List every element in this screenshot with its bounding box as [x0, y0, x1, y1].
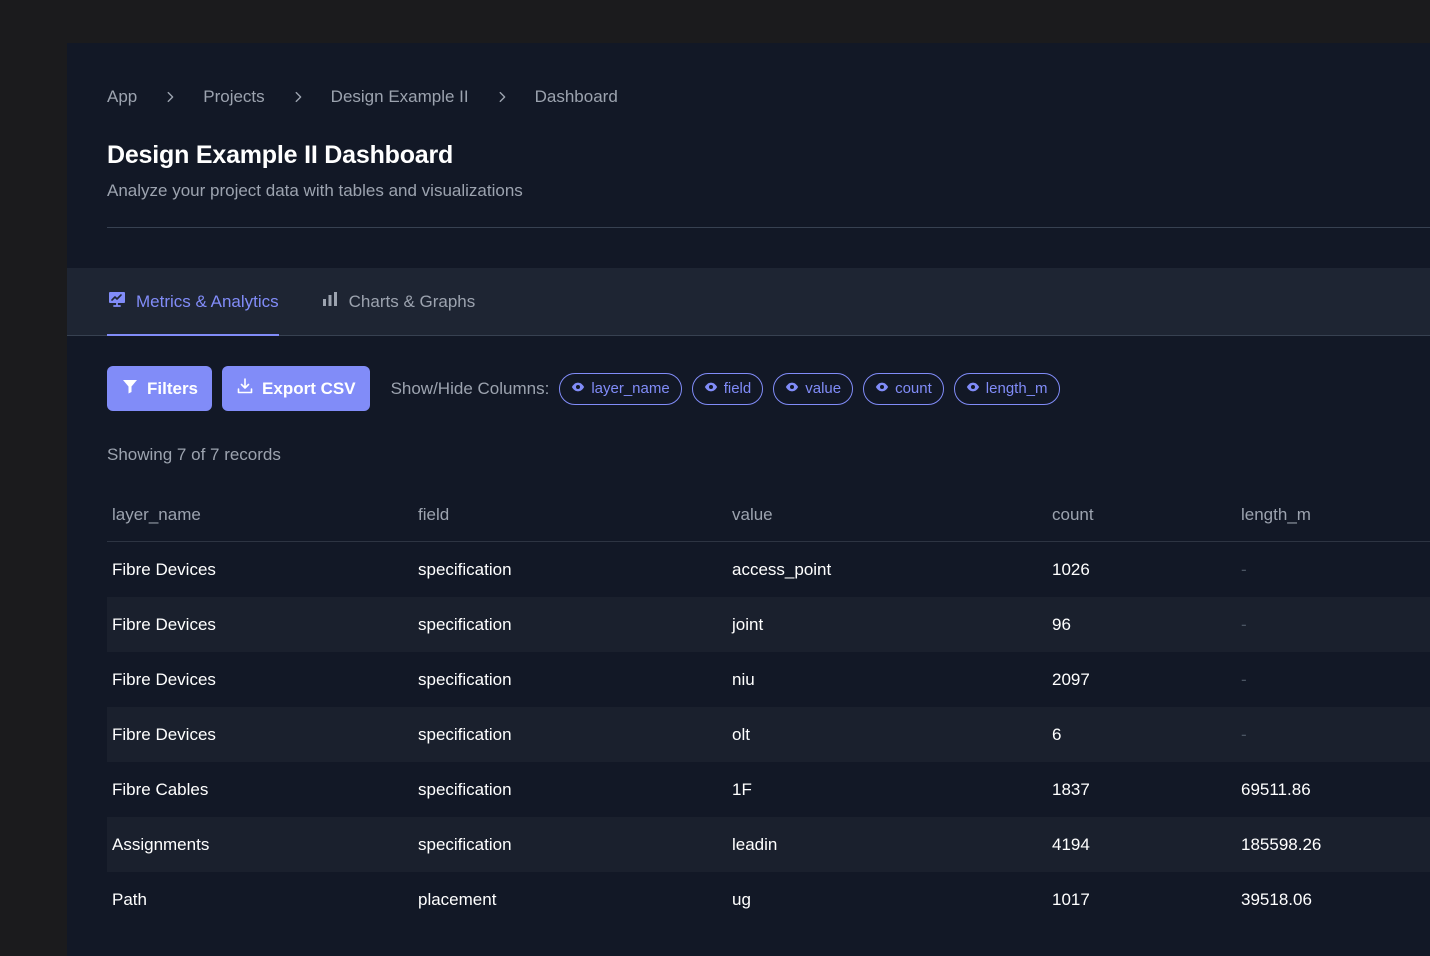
tab-label: Charts & Graphs [348, 291, 476, 311]
table-row: Fibre Devices specification joint 96 - [107, 597, 1430, 652]
table-header: layer_name field value count length_m [107, 488, 1430, 542]
column-toggle-layer-name[interactable]: layer_name [559, 372, 682, 405]
breadcrumb: App Projects Design Example II Dashboard [107, 85, 1430, 109]
table-toolbar: Filters Export CSV Show/Hide Columns: la… [107, 366, 1070, 411]
cell-value: 1F [732, 779, 752, 799]
cell-layer-name: Fibre Devices [112, 669, 216, 689]
filters-button[interactable]: Filters [107, 366, 213, 411]
records-count: Showing 7 of 7 records [107, 445, 281, 464]
column-header-count[interactable]: count [1052, 505, 1241, 525]
cell-value: olt [732, 724, 750, 744]
cell-length-m: - [1241, 669, 1247, 689]
chip-label: length_m [985, 380, 1048, 397]
column-header-length-m[interactable]: length_m [1241, 505, 1430, 525]
cell-length-m: 185598.26 [1241, 834, 1322, 854]
cell-layer-name: Fibre Devices [112, 559, 216, 579]
download-icon [236, 377, 254, 400]
data-table: layer_name field value count length_m Fi… [107, 488, 1430, 927]
chevron-right-icon [137, 90, 203, 104]
presentation-chart-icon [107, 289, 127, 314]
column-toggle-length-m[interactable]: length_m [953, 372, 1060, 405]
export-csv-button[interactable]: Export CSV [222, 366, 370, 411]
tab-bar: Metrics & Analytics Charts & Graphs [67, 268, 1430, 336]
cell-value: access_point [732, 559, 832, 579]
chevron-right-icon [265, 90, 331, 104]
cell-layer-name: Path [112, 889, 147, 909]
chip-label: count [895, 380, 932, 397]
eye-icon [966, 380, 980, 398]
chip-label: layer_name [591, 380, 670, 397]
eye-icon [704, 380, 718, 398]
column-toggle-value[interactable]: value [773, 372, 854, 405]
column-toggle-field[interactable]: field [691, 372, 764, 405]
cell-field: specification [418, 559, 512, 579]
cell-value: leadin [732, 834, 778, 854]
table-row: Fibre Devices specification access_point… [107, 542, 1430, 597]
filters-label: Filters [147, 378, 199, 398]
cell-count: 6 [1052, 724, 1062, 744]
table-row: Fibre Cables specification 1F 1837 69511… [107, 762, 1430, 817]
eye-icon [571, 380, 585, 398]
chip-label: field [723, 380, 752, 397]
column-toggle-count[interactable]: count [863, 372, 944, 405]
table-row: Fibre Devices specification olt 6 - [107, 707, 1430, 762]
cell-layer-name: Fibre Cables [112, 779, 209, 799]
column-header-field[interactable]: field [418, 505, 732, 525]
cell-length-m: 39518.06 [1241, 889, 1312, 909]
eye-icon [875, 380, 889, 398]
tab-label: Metrics & Analytics [136, 291, 279, 311]
bar-chart-icon [320, 289, 340, 314]
filter-icon [121, 377, 139, 400]
cell-length-m: - [1241, 559, 1247, 579]
column-header-value[interactable]: value [732, 505, 1052, 525]
export-label: Export CSV [262, 378, 356, 398]
cell-count: 2097 [1052, 669, 1090, 689]
cell-count: 1017 [1052, 889, 1090, 909]
table-row: Fibre Devices specification niu 2097 - [107, 652, 1430, 707]
cell-value: ug [732, 889, 751, 909]
column-header-layer-name[interactable]: layer_name [107, 505, 418, 525]
page-header: App Projects Design Example II Dashboard… [67, 43, 1430, 201]
tab-charts-graphs[interactable]: Charts & Graphs [320, 268, 476, 335]
cell-count: 1837 [1052, 779, 1090, 799]
tab-metrics-analytics[interactable]: Metrics & Analytics [107, 268, 279, 336]
cell-field: specification [418, 669, 512, 689]
eye-icon [785, 380, 799, 398]
cell-value: joint [732, 614, 764, 634]
cell-field: specification [418, 724, 512, 744]
cell-field: specification [418, 779, 512, 799]
table-row: Path placement ug 1017 39518.06 [107, 872, 1430, 927]
cell-count: 1026 [1052, 559, 1090, 579]
chip-label: value [805, 380, 842, 397]
cell-value: niu [732, 669, 755, 689]
show-hide-columns-label: Show/Hide Columns: [390, 378, 550, 398]
breadcrumb-project[interactable]: Design Example II [331, 87, 469, 107]
breadcrumb-projects[interactable]: Projects [203, 87, 264, 107]
cell-layer-name: Fibre Devices [112, 724, 216, 744]
cell-count: 96 [1052, 614, 1071, 634]
cell-field: placement [418, 889, 497, 909]
cell-field: specification [418, 614, 512, 634]
dashboard-panel: App Projects Design Example II Dashboard… [67, 43, 1430, 956]
cell-length-m: - [1241, 614, 1247, 634]
breadcrumb-current: Dashboard [534, 87, 618, 106]
table-row: Assignments specification leadin 4194 18… [107, 817, 1430, 872]
cell-count: 4194 [1052, 834, 1090, 854]
chevron-right-icon [469, 90, 535, 104]
cell-field: specification [418, 834, 512, 854]
header-divider [107, 227, 1430, 228]
breadcrumb-app[interactable]: App [107, 87, 137, 107]
cell-layer-name: Fibre Devices [112, 614, 216, 634]
page-subtitle: Analyze your project data with tables an… [107, 181, 523, 200]
cell-length-m: 69511.86 [1241, 779, 1311, 799]
cell-layer-name: Assignments [112, 834, 210, 854]
cell-length-m: - [1241, 724, 1247, 744]
page-title: Design Example II Dashboard [107, 141, 454, 169]
